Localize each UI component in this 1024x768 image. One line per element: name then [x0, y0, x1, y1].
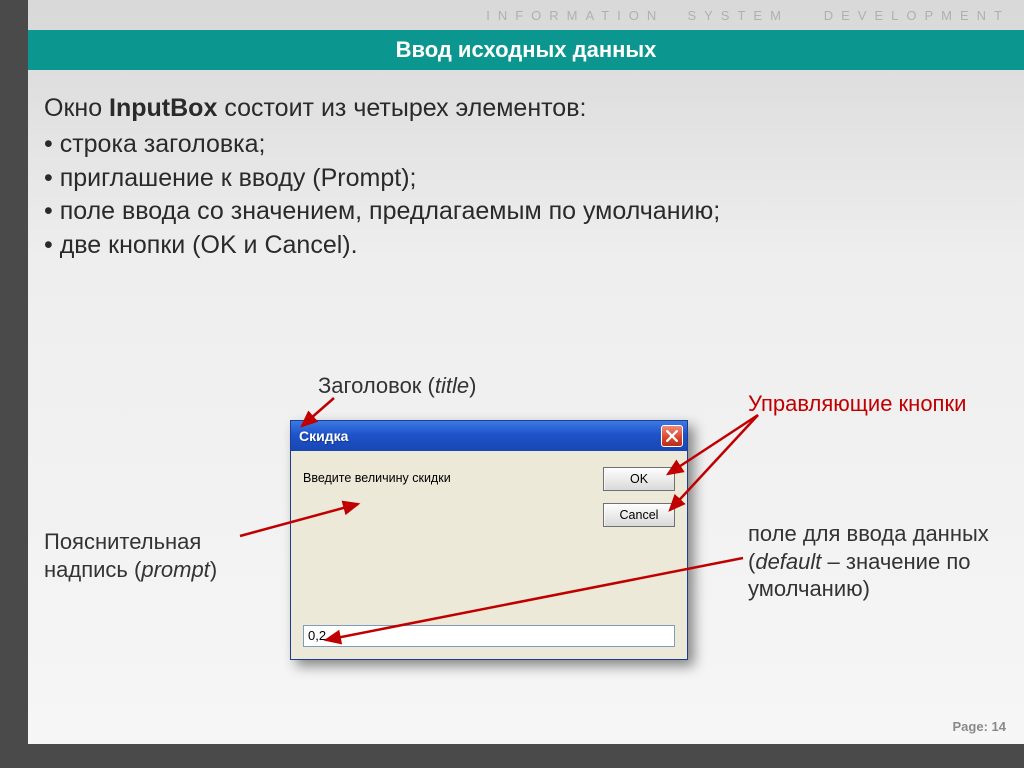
intro-line: Окно InputBox состоит из четырех элемент… [44, 92, 1004, 126]
inputbox-dialog: Скидка Введите величину скидки OK Cancel… [290, 420, 688, 660]
dialog-prompt: Введите величину скидки [303, 471, 451, 485]
ann-title-it: title [435, 373, 469, 398]
ann-title-pre: Заголовок ( [318, 373, 435, 398]
annotation-prompt: Пояснительная надпись (prompt) [44, 528, 274, 583]
dialog-title: Скидка [299, 428, 661, 444]
annotation-default: поле для ввода данных (default – значени… [748, 520, 1003, 603]
ann-prompt-it: prompt [141, 557, 209, 582]
annotation-title: Заголовок (title) [318, 372, 476, 400]
page-number: Page: 14 [953, 719, 1006, 734]
body-text: Окно InputBox состоит из четырех элемент… [44, 92, 1004, 263]
sub-header: INFORMATION SYSTEM DEVELOPMENT [486, 8, 1010, 23]
ann-title-post: ) [469, 373, 476, 398]
intro-bold: InputBox [109, 94, 217, 122]
default-input[interactable]: 0,2 [303, 625, 675, 647]
ann-default-it: default [755, 549, 821, 574]
slide-title: Ввод исходных данных [28, 30, 1024, 70]
close-icon [666, 430, 678, 442]
slide: INFORMATION SYSTEM DEVELOPMENT Ввод исхо… [28, 0, 1024, 744]
bullet-2: • приглашение к вводу (Prompt); [44, 162, 1004, 196]
ok-button[interactable]: OK [603, 467, 675, 491]
bullet-1: • строка заголовка; [44, 128, 1004, 162]
annotation-buttons: Управляющие кнопки [748, 390, 966, 418]
bullet-3: • поле ввода со значением, предлагаемым … [44, 195, 1004, 229]
ann-buttons-line1: Управляющие кнопки [748, 391, 966, 416]
dialog-titlebar[interactable]: Скидка [291, 421, 687, 451]
cancel-button[interactable]: Cancel [603, 503, 675, 527]
intro-post: состоит из четырех элементов: [217, 94, 586, 122]
bullet-4: • две кнопки (OK и Cancel). [44, 229, 1004, 263]
close-button[interactable] [661, 425, 683, 447]
intro-pre: Окно [44, 94, 109, 122]
ann-prompt-post: ) [210, 557, 217, 582]
dialog-body: Введите величину скидки OK Cancel 0,2 [291, 451, 687, 659]
